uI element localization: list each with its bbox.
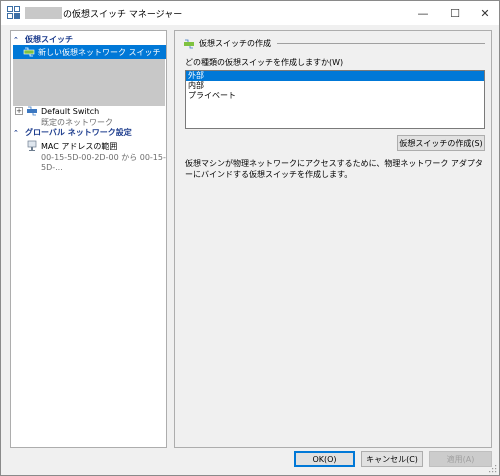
group-global-network-settings[interactable]: ⌃ グローバル ネットワーク設定 [13,127,132,138]
group-label: 仮想スイッチ [25,35,73,44]
virtual-switch-manager-window: の仮想スイッチ マネージャー — ☐ ✕ ⌃ 仮想スイッチ 新しい仮想ネットワー… [0,0,500,476]
section-divider [277,43,485,44]
list-option-external[interactable]: 外部 [186,71,484,81]
maximize-icon: ☐ [450,6,460,20]
collapse-chevron-icon[interactable]: ⌃ [13,36,22,44]
redacted-host-name [25,7,62,19]
resize-grip-icon[interactable] [489,465,497,473]
details-pane: 仮想スイッチの作成 どの種類の仮想スイッチを作成しますか(W) 外部 内部 プラ… [174,30,492,448]
switch-manager-icon [7,6,20,19]
network-switch-icon [27,106,37,116]
section-header: 仮想スイッチの作成 [183,38,271,49]
create-virtual-switch-button[interactable]: 仮想スイッチの作成(S) [397,135,485,151]
default-switch-label: Default Switch [41,106,100,116]
minimize-icon: — [417,6,429,20]
network-switch-icon [23,47,35,57]
switch-type-question: どの種類の仮想スイッチを作成しますか(W) [185,58,344,67]
network-switch-icon [184,39,194,48]
redacted-switch-list [13,59,165,106]
window-title: の仮想スイッチ マネージャー [63,10,183,20]
switch-type-listbox[interactable]: 外部 内部 プライベート [185,70,485,129]
close-icon: ✕ [480,6,490,20]
navigation-tree[interactable]: ⌃ 仮想スイッチ 新しい仮想ネットワーク スイッチ + Default Swit… [10,30,167,448]
group-virtual-switches[interactable]: ⌃ 仮想スイッチ [13,34,73,45]
cancel-button[interactable]: キャンセル(C) [361,451,423,467]
maximize-button[interactable]: ☐ [441,1,469,25]
new-virtual-switch-item[interactable]: 新しい仮想ネットワーク スイッチ [13,45,166,59]
minimize-button[interactable]: — [409,1,437,25]
expand-icon[interactable]: + [15,107,23,115]
new-switch-label: 新しい仮想ネットワーク スイッチ [38,47,161,57]
list-option-internal[interactable]: 内部 [186,81,484,91]
close-button[interactable]: ✕ [471,1,499,25]
mac-range-label: MAC アドレスの範囲 [41,141,118,151]
mac-range-sub: 00-15-5D-00-2D-00 から 00-15-5D-... [41,153,166,172]
group-label: グローバル ネットワーク設定 [25,128,132,137]
list-option-private[interactable]: プライベート [186,91,484,101]
title-bar: の仮想スイッチ マネージャー — ☐ ✕ [1,1,499,25]
network-adapter-icon [27,140,37,151]
switch-type-description: 仮想マシンが物理ネットワークにアクセスするために、物理ネットワーク アダプターに… [185,159,483,179]
collapse-chevron-icon[interactable]: ⌃ [13,129,22,137]
apply-button[interactable]: 適用(A) [429,451,492,467]
section-title: 仮想スイッチの作成 [199,39,271,48]
tree-item-default-switch[interactable]: + Default Switch [15,106,99,116]
ok-button[interactable]: OK(O) [294,451,355,467]
tree-item-mac-range[interactable]: MAC アドレスの範囲 [15,140,117,152]
